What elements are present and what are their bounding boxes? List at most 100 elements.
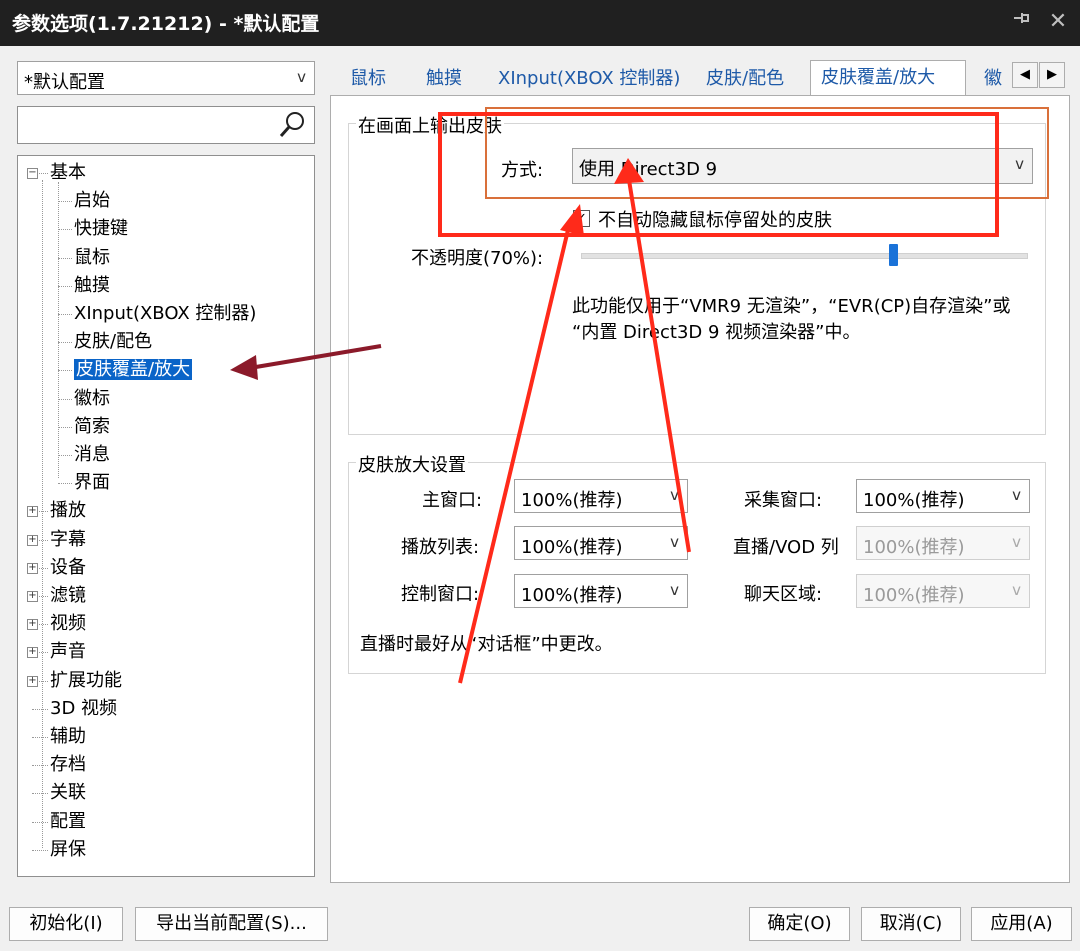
tree-item[interactable]: 声音 (50, 639, 86, 664)
playlist-label: 播放列表: (401, 537, 480, 558)
tree-item-label: 简索 (74, 415, 110, 437)
tree-item-label: 基本 (50, 162, 86, 183)
tree-item[interactable]: 启始 (74, 188, 110, 213)
expand-icon[interactable]: + (27, 675, 38, 687)
control-window-zoom-value: 100%(推荐) (521, 585, 623, 606)
tree-item[interactable]: 字幕 (50, 527, 86, 552)
tab-mouse[interactable]: 鼠标 (350, 64, 386, 94)
tab-panel: 在画面上输出皮肤 方式: 使用 Direct3D 9 v ✓ 不自动隐藏鼠标停留… (330, 95, 1070, 883)
tree-item[interactable]: 界面 (74, 470, 110, 495)
init-button[interactable]: 初始化(I) (9, 907, 123, 941)
tree-item[interactable]: XInput(XBOX 控制器) (74, 301, 256, 326)
tab-skin-overlay[interactable]: 皮肤覆盖/放大 (810, 60, 966, 96)
cancel-button[interactable]: 取消(C) (861, 907, 961, 941)
tab-strip: 鼠标 触摸 XInput(XBOX 控制器) 皮肤/配色 皮肤覆盖/放大 徽 (332, 58, 1070, 96)
tab-xinput[interactable]: XInput(XBOX 控制器) (498, 64, 680, 94)
tree-item[interactable]: 鼠标 (74, 245, 110, 270)
tree-item[interactable]: 滤镜 (50, 583, 86, 608)
profile-select[interactable]: *默认配置 v (17, 61, 315, 95)
close-icon[interactable]: ✕ (1042, 6, 1074, 38)
chevron-down-icon: v (1012, 581, 1021, 599)
tab-scroll-left-button[interactable]: ◀ (1012, 62, 1038, 88)
tree-item-label: 触摸 (74, 274, 110, 296)
main-window-zoom-select[interactable]: 100%(推荐) v (514, 479, 688, 513)
search-box[interactable] (17, 106, 315, 144)
live-zoom-note: 直播时最好从“对话框”中更改。 (360, 634, 613, 655)
skin-zoom-group-title: 皮肤放大设置 (356, 451, 468, 477)
chevron-down-icon: v (1012, 533, 1021, 551)
collapse-icon[interactable]: − (27, 168, 38, 179)
pin-icon[interactable] (1006, 6, 1038, 38)
tree-item[interactable]: 3D 视频 (50, 696, 117, 721)
playlist-zoom-select[interactable]: 100%(推荐) v (514, 526, 688, 560)
tree-item-label: 视频 (50, 613, 86, 635)
expand-icon[interactable]: + (27, 562, 38, 574)
tree-item[interactable]: 皮肤覆盖/放大 (74, 357, 193, 382)
opacity-slider-track[interactable] (581, 253, 1028, 259)
tree-item[interactable]: 消息 (74, 442, 110, 467)
expand-icon[interactable]: + (27, 647, 38, 659)
chat-area-label: 聊天区域: (744, 584, 823, 605)
tab-skin-color[interactable]: 皮肤/配色 (706, 64, 784, 94)
main-window-label: 主窗口: (422, 490, 483, 511)
live-vod-list-zoom-value: 100%(推荐) (863, 537, 965, 558)
chevron-down-icon: v (1015, 155, 1024, 173)
ok-button[interactable]: 确定(O) (749, 907, 850, 941)
tree-item-label: 消息 (74, 444, 110, 465)
mode-select[interactable]: 使用 Direct3D 9 v (572, 148, 1033, 184)
expand-icon[interactable]: + (27, 619, 38, 631)
tree-item[interactable]: 播放 (50, 498, 86, 523)
tree-item[interactable]: 设备 (50, 555, 86, 580)
expand-icon[interactable]: + (27, 591, 38, 602)
tree-item-label: 快捷键 (74, 218, 128, 240)
chevron-down-icon: v (297, 68, 306, 86)
tree-item[interactable]: 皮肤/配色 (74, 329, 152, 354)
tree-item[interactable]: 简索 (74, 414, 110, 439)
export-config-button[interactable]: 导出当前配置(S)... (135, 907, 328, 941)
tree-item[interactable]: 徽标 (74, 386, 110, 411)
capture-window-label: 采集窗口: (744, 490, 823, 511)
tree-item[interactable]: 触摸 (74, 273, 110, 298)
tree-item-label: 播放 (50, 500, 86, 522)
opacity-slider-thumb[interactable] (888, 244, 898, 266)
chat-area-zoom-select: 100%(推荐) v (856, 574, 1030, 608)
tab-touch[interactable]: 触摸 (426, 64, 462, 94)
search-input[interactable] (22, 111, 276, 139)
live-vod-list-zoom-select: 100%(推荐) v (856, 526, 1030, 560)
expand-icon[interactable]: + (27, 506, 38, 518)
mode-select-value: 使用 Direct3D 9 (579, 159, 718, 180)
chat-area-zoom-value: 100%(推荐) (863, 585, 965, 606)
tree-item[interactable]: 辅助 (50, 724, 86, 749)
capture-window-zoom-select[interactable]: 100%(推荐) v (856, 479, 1030, 513)
tree-item-label: 皮肤覆盖/放大 (74, 359, 193, 381)
chevron-down-icon: v (1012, 486, 1021, 504)
auto-hide-label: 不自动隐藏鼠标停留处的皮肤 (598, 210, 832, 231)
apply-button[interactable]: 应用(A) (971, 907, 1072, 941)
tree-item-label: 字幕 (50, 528, 86, 550)
tree-item-label: 屏保 (50, 838, 86, 860)
control-window-label: 控制窗口: (401, 584, 480, 605)
tree-item-label: 皮肤/配色 (74, 331, 153, 353)
output-skin-group-title: 在画面上输出皮肤 (356, 112, 504, 138)
tree-item[interactable]: 快捷键 (74, 216, 128, 241)
chevron-down-icon: v (670, 533, 679, 551)
tree-item-label: 鼠标 (74, 246, 110, 268)
tree-item-label: 界面 (74, 472, 110, 494)
tree-item[interactable]: 关联 (50, 780, 86, 805)
control-window-zoom-select[interactable]: 100%(推荐) v (514, 574, 688, 608)
search-icon[interactable] (278, 109, 308, 144)
expand-icon[interactable]: + (27, 534, 38, 546)
tree-item[interactable]: 屏保 (50, 837, 86, 862)
tree-item[interactable]: 配置 (50, 809, 86, 834)
tree-item[interactable]: 存档 (50, 752, 86, 777)
tree-item[interactable]: 视频 (50, 611, 86, 636)
capture-window-zoom-value: 100%(推荐) (863, 490, 965, 511)
tree-item-label: 3D 视频 (50, 697, 118, 719)
tree-item-label: 配置 (50, 810, 86, 832)
tab-logo[interactable]: 徽 (984, 64, 1002, 94)
tab-scroll-right-button[interactable]: ▶ (1039, 62, 1065, 88)
tree-item[interactable]: 扩展功能 (50, 668, 122, 693)
tree-item-label: 关联 (50, 782, 86, 804)
tree-item[interactable]: 基本 (50, 160, 86, 185)
auto-hide-checkbox[interactable]: ✓ (573, 210, 590, 227)
